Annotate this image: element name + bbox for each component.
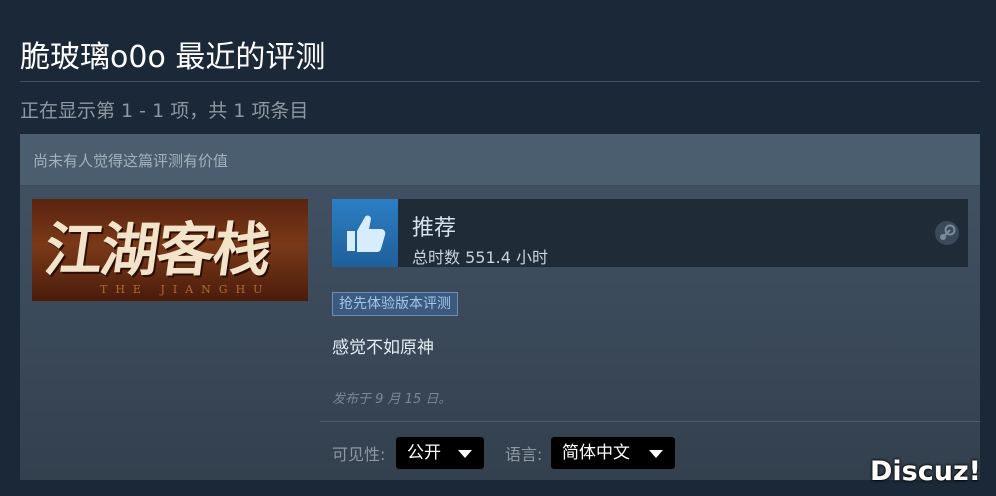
review-text: 感觉不如原神 (332, 338, 434, 358)
early-access-badge: 抢先体验版本评测 (332, 292, 458, 316)
page-title: 脆玻璃o0o 最近的评测 (20, 40, 326, 75)
game-capsule-title: 江湖客栈 (40, 216, 275, 284)
hours-played: 总时数 551.4 小时 (412, 248, 548, 267)
visibility-value: 公开 (407, 443, 441, 463)
chevron-down-icon (649, 450, 663, 458)
visibility-dropdown[interactable]: 公开 (396, 437, 484, 469)
posted-date: 发布于 9 月 15 日。 (332, 392, 452, 407)
helpful-bar: 尚未有人觉得这篇评测有价值 (20, 134, 980, 186)
steam-icon (934, 220, 960, 246)
chevron-down-icon (458, 450, 472, 458)
game-capsule-image[interactable]: 江湖客栈 THE JIANGHU (32, 199, 308, 301)
language-value: 简体中文 (562, 443, 630, 463)
watermark-text: Discuz! (870, 456, 981, 487)
game-capsule-subtitle: THE JIANGHU (100, 283, 271, 296)
header-divider (20, 81, 980, 82)
footer-divider (320, 421, 980, 422)
language-label: 语言: (505, 445, 543, 464)
recommendation-label: 推荐 (412, 216, 457, 241)
language-dropdown[interactable]: 简体中文 (551, 437, 675, 469)
thumbs-up-icon (332, 199, 398, 267)
helpful-count-text: 尚未有人觉得这篇评测有价值 (33, 152, 229, 170)
pagination-summary: 正在显示第 1 - 1 项，共 1 项条目 (20, 100, 309, 122)
visibility-label: 可见性: (332, 445, 386, 464)
